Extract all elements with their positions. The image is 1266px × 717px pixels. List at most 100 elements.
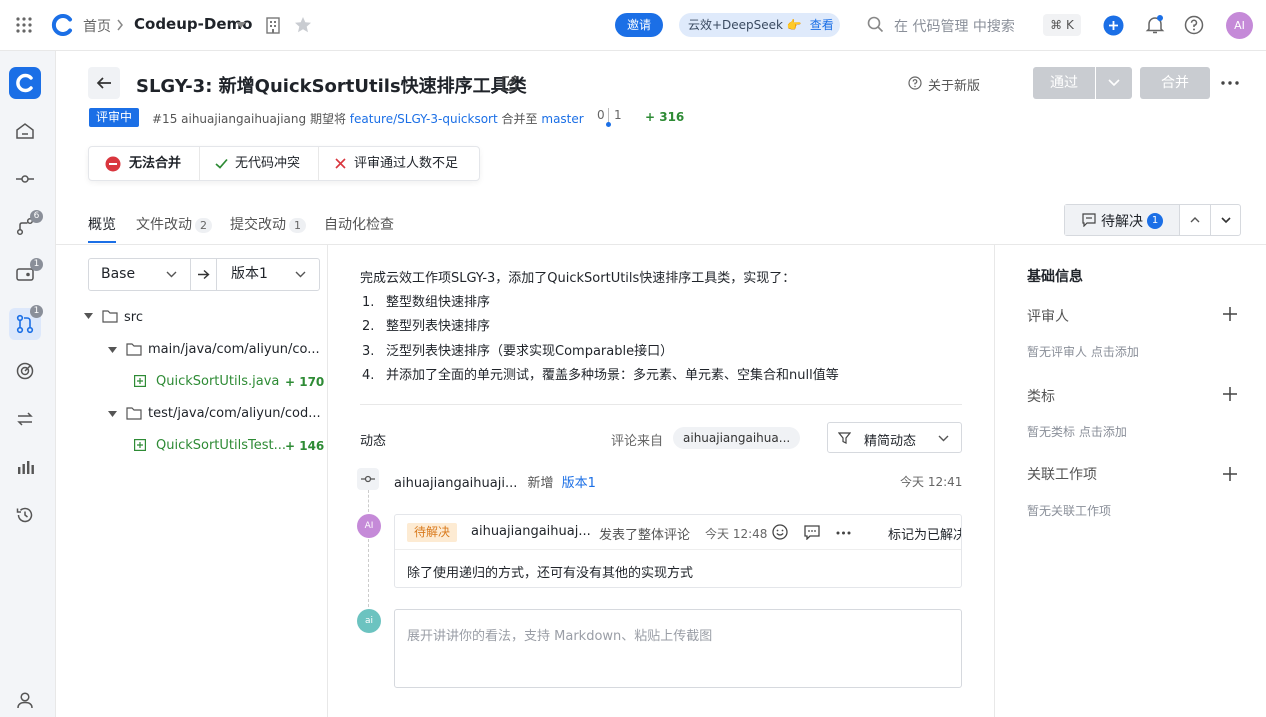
target-branch-link[interactable]: master — [541, 112, 583, 126]
building-icon[interactable] — [265, 17, 281, 34]
pending-tag: 待解决 — [407, 523, 458, 542]
bell-icon[interactable] — [1145, 15, 1165, 35]
comment-user[interactable]: aihuajiangaihuaj... — [471, 524, 591, 539]
chevron-down-icon — [1221, 217, 1231, 224]
commit-icon[interactable] — [14, 168, 36, 190]
activity-filter-select[interactable]: 精简动态 — [827, 422, 962, 453]
tab-auto-checks-label: 自动化检查 — [324, 217, 394, 233]
star-icon[interactable] — [294, 16, 312, 34]
more-icon[interactable] — [1221, 81, 1239, 85]
codeup-logo-icon[interactable] — [51, 13, 75, 37]
comment-icon — [1082, 213, 1096, 227]
tree-file[interactable]: QuickSortUtils.java — [156, 374, 279, 389]
add-reviewer-icon[interactable] — [1222, 306, 1238, 322]
tab-auto-checks[interactable]: 自动化检查 — [324, 214, 394, 234]
previous-pending-button[interactable] — [1180, 205, 1210, 235]
file-lines-added: + 146 — [285, 439, 325, 453]
activity-title: 动态 — [360, 434, 387, 449]
search-input[interactable]: 在 代码管理 中搜索 — [894, 16, 1015, 36]
ahead-count: 1 — [614, 108, 622, 122]
tags-badge: 1 — [30, 258, 43, 271]
more-icon[interactable] — [836, 531, 851, 535]
version-select[interactable]: 版本1 — [217, 259, 319, 290]
description-item: 整型数组快速排序 — [386, 295, 491, 310]
pending-count: 1 — [1147, 213, 1163, 229]
search-shortcut: ⌘ K — [1043, 14, 1081, 36]
sync-icon[interactable] — [14, 408, 36, 430]
current-user-avatar: ai — [357, 609, 381, 633]
caret-down-icon[interactable] — [108, 411, 117, 417]
labels-empty[interactable]: 暂无类标 点击添加 — [1027, 423, 1127, 440]
pending-filter: 待解决 1 — [1064, 204, 1241, 236]
comment-from-user-chip[interactable]: aihuajiangaihua... — [673, 427, 801, 449]
back-button[interactable] — [88, 67, 120, 99]
status-badge: 评审中 — [89, 108, 140, 127]
merge-check-no-conflict-label: 无代码冲突 — [235, 156, 301, 171]
add-workitem-icon[interactable] — [1222, 466, 1238, 482]
tab-file-changes[interactable]: 文件改动 2 — [136, 214, 212, 234]
tab-commits[interactable]: 提交改动 1 — [230, 214, 306, 234]
filter-icon — [838, 432, 851, 444]
person-icon[interactable] — [14, 689, 36, 711]
comment-time: 今天 12:48 — [705, 527, 768, 541]
about-new-version-link[interactable]: 关于新版 — [928, 75, 980, 94]
add-label-icon[interactable] — [1222, 386, 1238, 402]
description-item: 并添加了全面的单元测试，覆盖多种场景：多元素、单元素、空集合和null值等 — [386, 368, 839, 383]
tab-commits-label: 提交改动 — [230, 217, 286, 233]
base-select[interactable]: Base — [89, 259, 190, 290]
labels-label: 类标 — [1027, 389, 1055, 405]
caret-down-icon[interactable] — [84, 313, 93, 319]
merge-check-blocked: 无法合并 — [105, 147, 181, 180]
approve-button[interactable]: 通过 — [1033, 67, 1095, 99]
branches-badge: 6 — [30, 210, 43, 223]
tree-root-folder[interactable]: src — [124, 310, 143, 325]
history-icon[interactable] — [14, 504, 36, 526]
approve-dropdown-button[interactable] — [1096, 67, 1132, 99]
merge-check-blocked-label: 无法合并 — [129, 156, 182, 171]
activity-event: aihuajiangaihuaji... 新增 版本1 — [394, 472, 596, 491]
mark-resolved-button[interactable]: 标记为已解决 — [888, 524, 961, 543]
caret-down-icon[interactable] — [236, 22, 246, 28]
codeup-app-icon[interactable] — [9, 67, 41, 99]
divider — [360, 404, 962, 405]
comment-input[interactable]: 展开讲讲你的看法，支持 Markdown、粘贴上传截图 — [394, 609, 962, 688]
home-icon[interactable] — [14, 120, 36, 142]
reply-icon[interactable] — [804, 525, 820, 540]
caret-down-icon[interactable] — [108, 347, 117, 353]
source-branch-link[interactable]: feature/SLGY-3-quicksort — [350, 112, 498, 126]
file-lines-added: + 170 — [285, 375, 325, 389]
apps-grid-icon[interactable] — [15, 16, 33, 34]
ai-deepseek-button[interactable]: 云效+DeepSeek 👉 查看 — [679, 13, 840, 37]
pending-button[interactable]: 待解决 1 — [1065, 205, 1179, 235]
chevron-down-icon — [938, 435, 949, 442]
stop-icon — [105, 156, 121, 172]
stats-icon[interactable] — [14, 456, 36, 478]
tree-file[interactable]: QuickSortUtilsTest... — [156, 438, 286, 453]
tree-folder[interactable]: test/java/com/aliyun/cod... — [148, 406, 320, 421]
tab-overview[interactable]: 概览 — [88, 214, 116, 234]
merge-check-reviewers-label: 评审通过人数不足 — [354, 156, 459, 171]
help-icon[interactable] — [1184, 15, 1204, 35]
invite-button[interactable]: 邀请 — [615, 13, 663, 37]
workitems-empty: 暂无关联工作项 — [1027, 504, 1112, 518]
comment-avatar[interactable]: AI — [357, 514, 381, 538]
mr-meta: #15 aihuajiangaihuajiang 期望将 feature/SLG… — [152, 110, 584, 127]
divider — [190, 259, 191, 290]
commit-event-icon — [357, 468, 379, 490]
next-pending-button[interactable] — [1211, 205, 1241, 235]
tree-folder[interactable]: main/java/com/aliyun/co... — [148, 342, 320, 357]
reviewers-empty[interactable]: 暂无评审人 点击添加 — [1027, 343, 1139, 360]
chevron-down-icon — [1108, 79, 1120, 87]
event-user[interactable]: aihuajiangaihuaji... — [394, 476, 517, 491]
user-avatar[interactable]: AI — [1226, 12, 1253, 39]
merge-button[interactable]: 合并 — [1140, 67, 1210, 99]
target-icon[interactable] — [14, 360, 36, 382]
breadcrumb-project[interactable]: Codeup-Demo — [134, 15, 252, 33]
emoji-icon[interactable] — [772, 524, 788, 540]
event-version-link[interactable]: 版本1 — [562, 476, 596, 491]
breadcrumb-home[interactable]: 首页 — [83, 16, 111, 36]
edit-icon[interactable] — [501, 75, 518, 92]
plus-circle-icon[interactable] — [1103, 15, 1124, 36]
comment-input-placeholder: 展开讲讲你的看法，支持 Markdown、粘贴上传截图 — [407, 629, 713, 644]
behind-count: 0 — [597, 108, 605, 122]
